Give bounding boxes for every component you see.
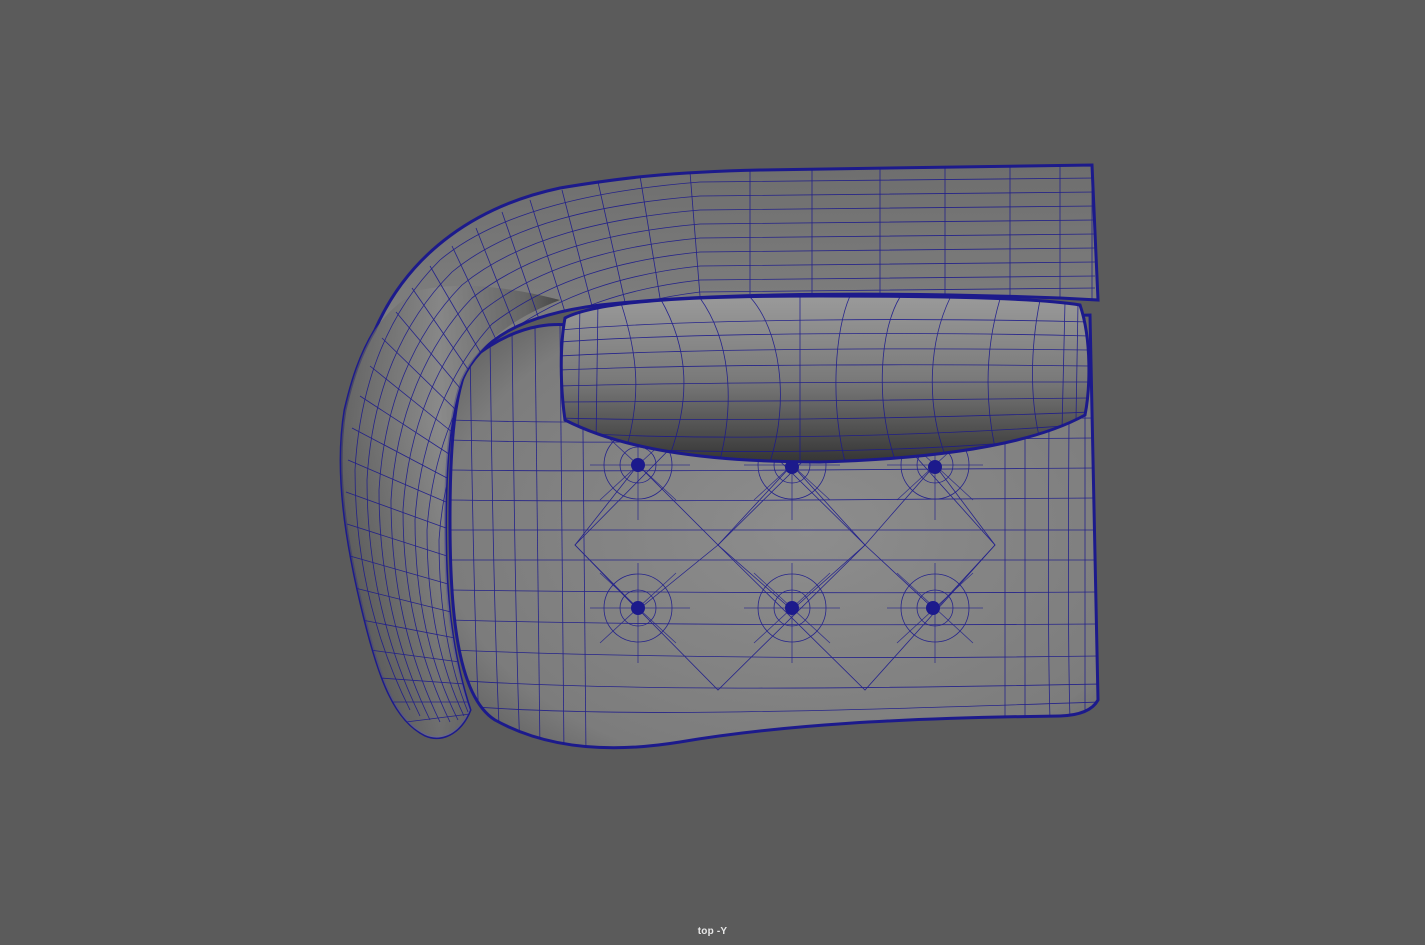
tuft-button xyxy=(631,601,645,615)
maya-viewport[interactable]: top -Y xyxy=(0,0,1425,945)
camera-label: top -Y xyxy=(697,926,728,937)
tuft-button xyxy=(928,460,942,474)
tuft-button xyxy=(631,458,645,472)
tuft-button xyxy=(926,601,940,615)
sofa-wireframe-model[interactable] xyxy=(0,0,1425,945)
tuft-button xyxy=(785,601,799,615)
back-cushion-mesh xyxy=(559,294,1091,464)
